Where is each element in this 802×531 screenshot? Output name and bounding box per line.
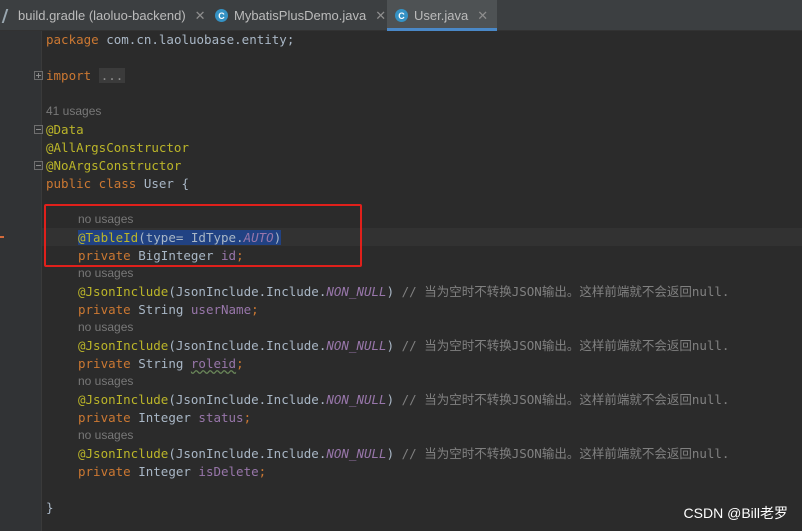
fold-collapse-icon[interactable] [34, 161, 43, 170]
tab-label: MybatisPlusDemo.java [234, 8, 367, 23]
change-marker [0, 236, 4, 238]
tab-mybatisplusdemo[interactable]: C MybatisPlusDemo.java ✕ [207, 0, 393, 31]
jsoninclude-line[interactable]: @JsonInclude(JsonInclude.Include.NON_NUL… [78, 445, 729, 463]
tab-build-gradle[interactable]: build.gradle (laoluo-backend) ✕ [0, 0, 209, 31]
editor-tab-bar: build.gradle (laoluo-backend) ✕ C Mybati… [0, 0, 802, 31]
usages-hint[interactable]: no usages [78, 428, 133, 442]
field-isdelete[interactable]: private Integer isDelete; [78, 463, 266, 481]
closing-brace[interactable]: } [46, 499, 54, 517]
usages-hint[interactable]: no usages [78, 266, 133, 280]
annotation-allargs[interactable]: @AllArgsConstructor [46, 139, 189, 157]
class-declaration[interactable]: public class User { [46, 175, 189, 193]
class-icon: C [215, 9, 228, 22]
field-username[interactable]: private String userName; [78, 301, 259, 319]
usages-hint[interactable]: no usages [78, 320, 133, 334]
jsoninclude-line[interactable]: @JsonInclude(JsonInclude.Include.NON_NUL… [78, 283, 729, 301]
usages-hint[interactable]: 41 usages [46, 104, 101, 118]
jsoninclude-line[interactable]: @JsonInclude(JsonInclude.Include.NON_NUL… [78, 391, 729, 409]
close-icon[interactable]: ✕ [195, 8, 206, 24]
tab-label: build.gradle (laoluo-backend) [18, 8, 186, 23]
usages-hint[interactable]: no usages [78, 374, 133, 388]
gutter-divider [41, 31, 42, 531]
import-line[interactable]: import ... [46, 67, 126, 85]
package-line[interactable]: package com.cn.laoluobase.entity; [46, 31, 294, 49]
close-icon[interactable]: ✕ [477, 8, 488, 24]
gradle-icon [1, 8, 17, 23]
fold-collapse-icon[interactable] [34, 125, 43, 134]
class-icon: C [395, 9, 408, 22]
close-icon[interactable]: ✕ [375, 8, 386, 24]
annotation-noargs[interactable]: @NoArgsConstructor [46, 157, 181, 175]
line-gutter [0, 31, 41, 531]
folded-imports[interactable]: ... [98, 68, 126, 83]
field-roleid[interactable]: private String roleid; [78, 355, 244, 373]
tab-label: User.java [414, 8, 469, 23]
highlight-box [44, 204, 362, 267]
jsoninclude-line[interactable]: @JsonInclude(JsonInclude.Include.NON_NUL… [78, 337, 729, 355]
fold-expand-icon[interactable] [34, 71, 43, 80]
watermark: CSDN @Bill老罗 [683, 505, 788, 521]
annotation-data[interactable]: @Data [46, 121, 84, 139]
field-status[interactable]: private Integer status; [78, 409, 251, 427]
tab-user-java[interactable]: C User.java ✕ [387, 0, 497, 31]
